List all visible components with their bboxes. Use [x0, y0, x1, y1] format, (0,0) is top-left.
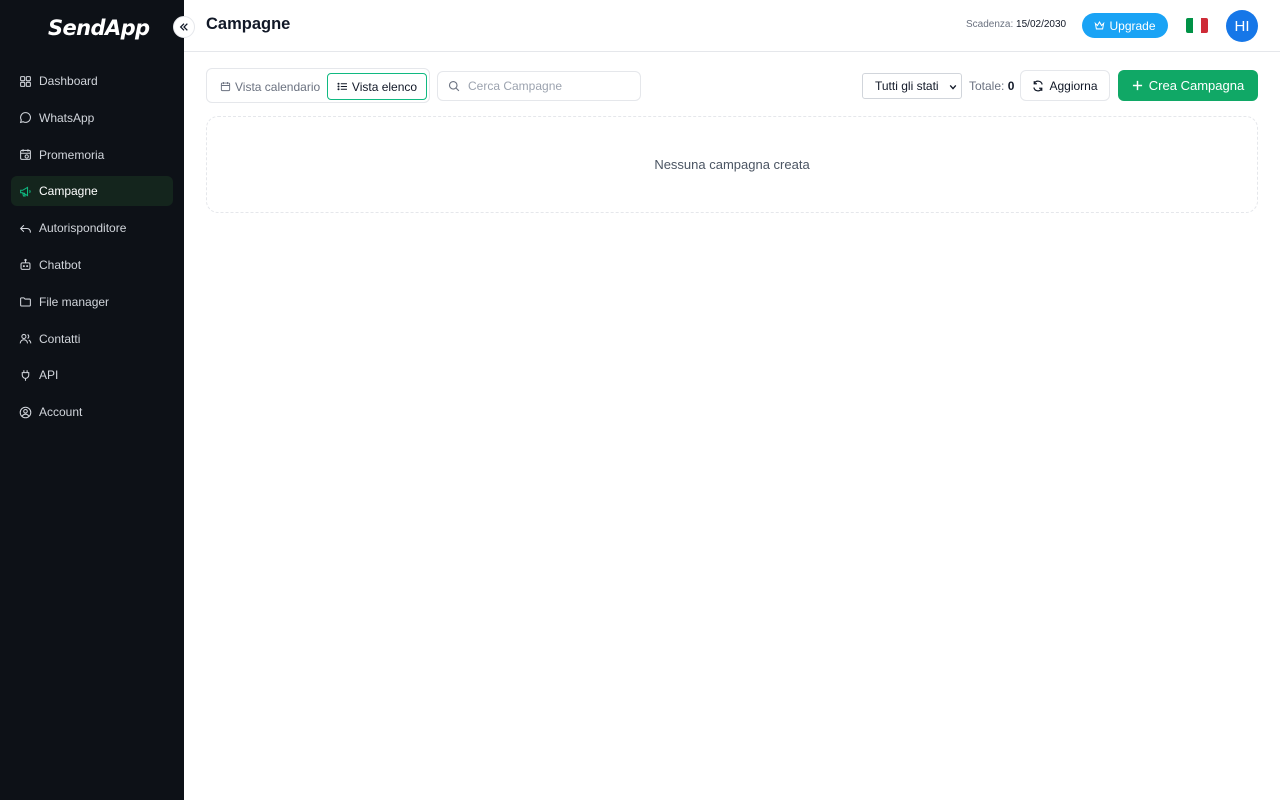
total-count: 0: [1007, 79, 1015, 93]
sidebar-item-label: API: [39, 368, 59, 383]
upgrade-button[interactable]: Upgrade: [1082, 13, 1168, 38]
collapse-sidebar-button[interactable]: [173, 16, 195, 38]
language-flag-italy-icon[interactable]: [1186, 18, 1208, 33]
flag-stripe-green: [1186, 18, 1194, 33]
expiry-date: 15/02/2030: [1016, 19, 1067, 30]
sidebar-item-label: Promemoria: [39, 147, 105, 162]
chat-bubble-icon: [19, 112, 31, 124]
user-circle-icon: [19, 406, 32, 418]
sidebar-item-file-manager[interactable]: File manager: [11, 287, 173, 317]
sidebar-item-label: File manager: [39, 294, 110, 309]
total-counter: Totale: 0: [969, 79, 1014, 93]
expiry-info: Scadenza: 15/02/2030: [966, 19, 1066, 30]
search-box: [437, 71, 641, 101]
calendar-icon: [220, 82, 231, 92]
total-label: Totale:: [969, 79, 1005, 93]
calendar-clock-icon: [20, 149, 31, 160]
sidebar-item-label: Dashboard: [39, 74, 98, 88]
view-calendar-label: Vista calendario: [235, 79, 321, 94]
plug-icon: [21, 370, 30, 381]
page-title: Campagne: [206, 15, 291, 33]
sidebar-item-account[interactable]: Account: [11, 397, 173, 427]
view-toggle: Vista calendario Vista elenco: [206, 68, 430, 103]
sidebar-item-label: Account: [39, 405, 83, 420]
sidebar-item-dashboard[interactable]: Dashboard: [11, 66, 173, 96]
search-input[interactable]: [468, 79, 628, 93]
sidebar-item-promemoria[interactable]: Promemoria: [11, 140, 173, 170]
upgrade-label: Upgrade: [1109, 18, 1156, 33]
folder-icon: [20, 297, 31, 307]
refresh-button[interactable]: Aggiorna: [1020, 70, 1110, 101]
expiry-label: Scadenza:: [966, 19, 1014, 30]
status-filter-select[interactable]: Tutti gli stati: [862, 73, 962, 99]
refresh-label: Aggiorna: [1049, 78, 1098, 93]
view-calendar-button[interactable]: Vista calendario: [220, 73, 320, 100]
search-icon: [448, 80, 460, 92]
megaphone-icon: [20, 186, 31, 197]
sidebar-item-label: WhatsApp: [39, 110, 95, 125]
header: Campagne Scadenza: 15/02/2030 Upgrade HI: [184, 0, 1280, 52]
robot-icon: [20, 259, 31, 271]
flag-stripe-white: [1193, 18, 1201, 33]
view-list-label: Vista elenco: [351, 79, 418, 94]
dashboard-icon: [20, 75, 31, 87]
toolbar: Vista calendario Vista elenco Tutti gli …: [206, 68, 1258, 103]
status-filter-value: Tutti gli stati: [875, 79, 939, 93]
refresh-icon: [1033, 80, 1044, 91]
sidebar-item-chatbot[interactable]: Chatbot: [11, 250, 173, 280]
plus-icon: [1132, 80, 1142, 91]
flag-stripe-red: [1200, 18, 1208, 33]
empty-message: Nessuna campagna creata: [654, 157, 810, 172]
view-list-button[interactable]: Vista elenco: [327, 73, 427, 100]
reply-icon: [19, 224, 31, 233]
sidebar-item-api[interactable]: API: [11, 360, 173, 390]
sidebar-item-autorisponditore[interactable]: Autorisponditore: [11, 213, 173, 243]
sidebar-item-label: Autorisponditore: [39, 221, 127, 236]
list-icon: [337, 82, 347, 91]
sidebar-item-label: Chatbot: [39, 257, 82, 272]
create-campaign-button[interactable]: Crea Campagna: [1118, 70, 1258, 101]
sidebar: SendApp Dashboard WhatsApp Promemoria Ca…: [0, 0, 184, 800]
sidebar-item-campagne[interactable]: Campagne: [11, 176, 173, 207]
logo[interactable]: SendApp: [48, 14, 150, 42]
sidebar-item-label: Campagne: [39, 184, 98, 199]
users-icon: [19, 333, 32, 344]
campaigns-empty-state: Nessuna campagna creata: [206, 116, 1258, 213]
crown-icon: [1095, 21, 1105, 30]
sidebar-item-contatti[interactable]: Contatti: [11, 324, 173, 354]
avatar[interactable]: HI: [1226, 10, 1258, 42]
sidebar-item-whatsapp[interactable]: WhatsApp: [11, 103, 173, 133]
chevrons-left-icon: [179, 23, 188, 31]
sidebar-item-label: Contatti: [39, 331, 81, 346]
chevron-down-icon: [949, 84, 957, 90]
sidebar-nav: Dashboard WhatsApp Promemoria Campagne A…: [11, 66, 173, 434]
create-campaign-label: Crea Campagna: [1148, 78, 1245, 93]
